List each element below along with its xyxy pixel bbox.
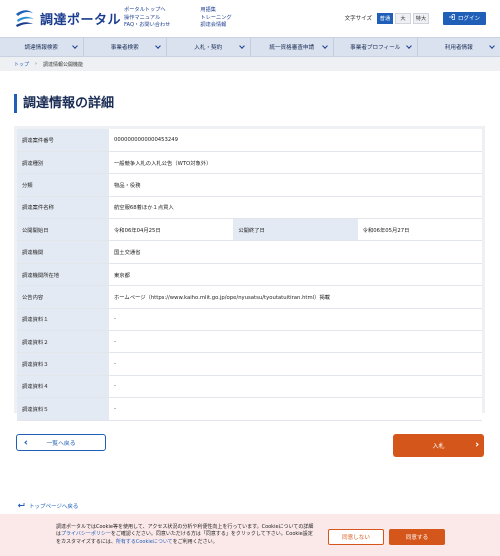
category-value: 物品・役務 [109,173,482,197]
breadcrumb-current: 調達情報公開機能 [43,61,84,68]
chevron-down-icon [71,43,78,49]
table-row: 公告内容 ホームページ（https://www.kaiho.mlit.go.jp… [17,285,482,309]
field-label: 調達資料１ [17,308,109,332]
document-1-value: - [109,308,482,332]
table-row: 調達資料４ - [17,375,482,399]
cookie-settings-link[interactable]: 所有するCookieについて [116,539,173,545]
field-label: 調達機関所在地 [17,263,109,287]
field-label: 調達資料５ [17,397,109,421]
font-size-label: 文字サイズ [344,16,372,22]
breadcrumb-home[interactable]: トップ [14,61,29,68]
field-label: 調達案件名称 [17,196,109,220]
table-row: 調達資料１ - [17,308,482,332]
table-row: 調達資料３ - [17,352,482,376]
field-label: 公開終了日 [233,218,358,242]
field-label: 調達種別 [17,151,109,175]
return-arrow-icon [17,502,25,510]
nav-bidding-contract[interactable]: 入札・契約 [167,38,251,56]
agency-value: 国土交通省 [109,240,482,264]
manual-link[interactable]: 操作マニュアル [124,15,170,22]
chevron-down-icon [322,43,328,49]
site-logo[interactable]: 調達ポータル [14,8,122,28]
field-label: 調達案件番号 [17,129,109,152]
location-value: 東京都 [109,263,482,287]
training-link[interactable]: トレーニング [200,15,231,22]
publication-start-value: 令和06年04月25日 [109,218,234,242]
font-size-switcher: 文字サイズ 普通 大 特大 [344,12,429,24]
chevron-down-icon [405,43,412,49]
chevron-down-icon [489,43,495,49]
field-label: 調達資料３ [17,352,109,376]
breadcrumb-separator-icon: › [35,61,38,67]
logo-mark-icon [14,8,36,28]
privacy-policy-link[interactable]: プライバシーポリシー [61,531,111,537]
field-label: 調達資料２ [17,330,109,354]
chevron-right-icon [474,442,479,447]
document-3-value: - [109,352,482,376]
nav-procurement-search[interactable]: 調達情報検索 [0,38,84,56]
meeting-info-link[interactable]: 調達会情報 [200,22,231,29]
case-name-value: 航空服68着ほか１点買入 [109,196,482,220]
site-header: 調達ポータル ポータルトップへ 操作マニュアル FAQ・お問い合わせ 用語集 ト… [0,0,500,36]
cookie-banner: 調達ポータルではCookie等を使用して、アクセス状況の分析や利便性向上を行って… [0,514,500,556]
field-label: 公開開始日 [17,218,109,242]
glossary-link[interactable]: 用語集 [200,7,231,14]
field-label: 調達機関 [17,240,109,264]
cookie-deny-button[interactable]: 同意しない [328,529,384,545]
table-row: 調達資料２ - [17,330,482,354]
breadcrumb: トップ › 調達情報公開機能 [0,57,500,71]
back-to-list-button[interactable]: 一覧へ戻る [16,434,106,451]
table-row: 調達種別 一般競争入札の入札公告（WTO対象外） [17,151,482,175]
document-4-value: - [109,375,482,399]
portal-top-link[interactable]: ポータルトップへ [124,7,170,14]
font-size-xlarge-button[interactable]: 特大 [412,12,429,24]
field-label: 公告内容 [17,285,109,309]
nav-qualification[interactable]: 統一資格審査申請 [251,38,334,56]
chevron-down-icon [155,43,161,49]
table-row: 調達機関 国土交通省 [17,240,482,264]
login-label: ログイン [457,16,480,22]
page-title: 調達情報の詳細 [14,94,500,113]
nav-business-profile[interactable]: 事業者プロフィール [334,38,418,56]
document-2-value: - [109,330,482,354]
back-to-list-label: 一覧へ戻る [46,441,76,447]
logo-text: 調達ポータル [40,12,122,28]
table-row: 調達案件名称 航空服68着ほか１点買入 [17,196,482,220]
publication-end-value: 令和06年05月27日 [357,218,482,242]
header-links: ポータルトップへ 操作マニュアル FAQ・お問い合わせ 用語集 トレーニング 調… [124,7,232,29]
table-row: 調達案件番号 0000000000000453249 [17,129,482,152]
font-size-large-button[interactable]: 大 [394,12,411,24]
main-nav: 調達情報検索 事業者検索 入札・契約 統一資格審査申請 事業者プロフィール 利用… [0,37,500,57]
login-button[interactable]: ログイン [442,11,486,25]
document-5-value: - [109,397,482,421]
table-row: 調達機関所在地 東京都 [17,263,482,287]
field-label: 分類 [17,173,109,197]
detail-card: 調達案件番号 0000000000000453249 調達種別 一般競争入札の入… [14,126,485,421]
faq-link[interactable]: FAQ・お問い合わせ [124,22,170,29]
bid-button[interactable]: 入札 [393,434,484,457]
table-row: 調達資料５ - [17,397,482,421]
font-size-normal-button[interactable]: 普通 [376,12,393,24]
nav-user-info[interactable]: 利用者情報 [418,38,500,56]
table-row: 分類 物品・役務 [17,173,482,197]
case-number-value: 0000000000000453249 [109,129,482,152]
table-row: 公開開始日 令和06年04月25日 公開終了日 令和06年05月27日 [17,218,482,242]
chevron-down-icon [238,43,245,49]
type-value: 一般競争入札の入札公告（WTO対象外） [109,151,482,175]
chevron-left-icon [24,440,29,445]
detail-table: 調達案件番号 0000000000000453249 調達種別 一般競争入札の入… [17,129,482,421]
login-icon [448,14,455,22]
notice-value[interactable]: ホームページ（https://www.kaiho.mlit.go.jp/ope/… [109,285,482,309]
bid-label: 入札 [432,443,445,450]
cookie-accept-button[interactable]: 同意する [389,529,445,545]
nav-business-search[interactable]: 事業者検索 [84,38,167,56]
back-to-top-label: トップページへ戻る [29,504,79,510]
field-label: 調達資料４ [17,375,109,399]
back-to-top-link[interactable]: トップページへ戻る [17,502,78,510]
cookie-text: 調達ポータルではCookie等を使用して、アクセス状況の分析や利便性向上を行って… [56,523,314,545]
